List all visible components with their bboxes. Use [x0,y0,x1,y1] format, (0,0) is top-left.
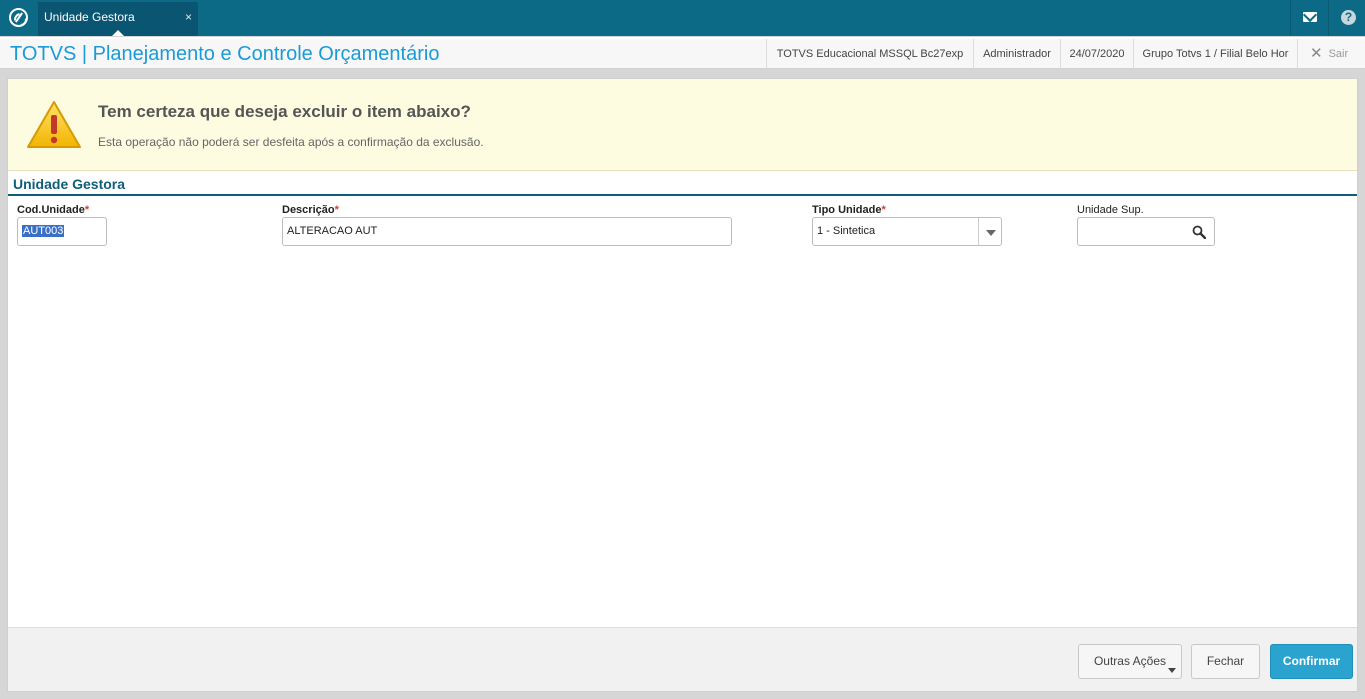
tipo-unidade-label-text: Tipo Unidade [812,204,882,216]
date-info: 24/07/2020 [1060,39,1133,69]
required-mark: * [881,204,886,216]
unidade-sup-label-text: Unidade Sup. [1077,204,1144,216]
tab-close-icon[interactable]: × [185,2,192,32]
warning-banner: Tem certeza que deseja excluir o item ab… [8,79,1357,171]
descricao-value: ALTERACAO AUT [287,225,378,237]
close-icon: ✕ [1310,45,1323,62]
top-bar: Unidade Gestora [02.9.0057] × ? [0,0,1365,54]
footer-bar: Outras Ações Fechar Confirmar [8,627,1357,691]
cod-unidade-label-text: Cod.Unidade [17,204,85,216]
cod-unidade-value: AUT003 [22,225,65,237]
app-header: TOTVS | Planejamento e Controle Orçament… [0,37,1365,69]
group-info: Grupo Totvs 1 / Filial Belo Hor [1133,39,1297,69]
tab-unidade-gestora[interactable]: Unidade Gestora [02.9.0057] × [38,2,198,54]
help-button[interactable]: ? [1328,0,1365,36]
descricao-label: Descrição* [282,204,339,216]
mail-icon[interactable] [1290,0,1328,36]
warning-icon [27,101,81,148]
cod-unidade-label: Cod.Unidade* [17,204,89,216]
chevron-down-icon [1168,668,1176,673]
descricao-label-text: Descrição [282,204,335,216]
required-mark: * [84,204,90,216]
chevron-down-icon[interactable] [978,218,1001,245]
tab-active-caret-icon [112,30,124,36]
unidade-sup-input[interactable] [1077,217,1215,246]
other-actions-button[interactable]: Outras Ações [1078,644,1182,679]
main-panel: Tem certeza que deseja excluir o item ab… [7,78,1358,692]
required-mark: * [334,204,339,216]
totvs-logo-icon[interactable] [9,8,28,27]
confirm-button[interactable]: Confirmar [1270,644,1353,679]
section-divider [8,194,1357,196]
help-icon: ? [1341,10,1356,25]
tipo-unidade-label: Tipo Unidade* [812,204,886,216]
tipo-unidade-select[interactable]: 1 - Sintetica [812,217,1002,246]
unidade-sup-label: Unidade Sup. [1077,204,1144,216]
tipo-unidade-value: 1 - Sintetica [817,225,876,237]
other-actions-label: Outras Ações [1093,654,1167,668]
exit-label: Sair [1328,48,1349,60]
server-info: TOTVS Educacional MSSQL Bc27exp [766,39,973,69]
app-title: TOTVS | Planejamento e Controle Orçament… [10,43,440,65]
descricao-input[interactable]: ALTERACAO AUT [282,217,732,246]
warning-message: Esta operação não poderá ser desfeita ap… [98,135,484,149]
search-icon[interactable] [1192,225,1206,239]
close-button[interactable]: Fechar [1191,644,1260,679]
section-title: Unidade Gestora [13,176,126,192]
warning-title: Tem certeza que deseja excluir o item ab… [98,102,471,121]
user-info: Administrador [973,39,1060,69]
cod-unidade-input[interactable]: AUT003 [17,217,107,246]
exit-button[interactable]: ✕ Sair [1297,39,1359,69]
